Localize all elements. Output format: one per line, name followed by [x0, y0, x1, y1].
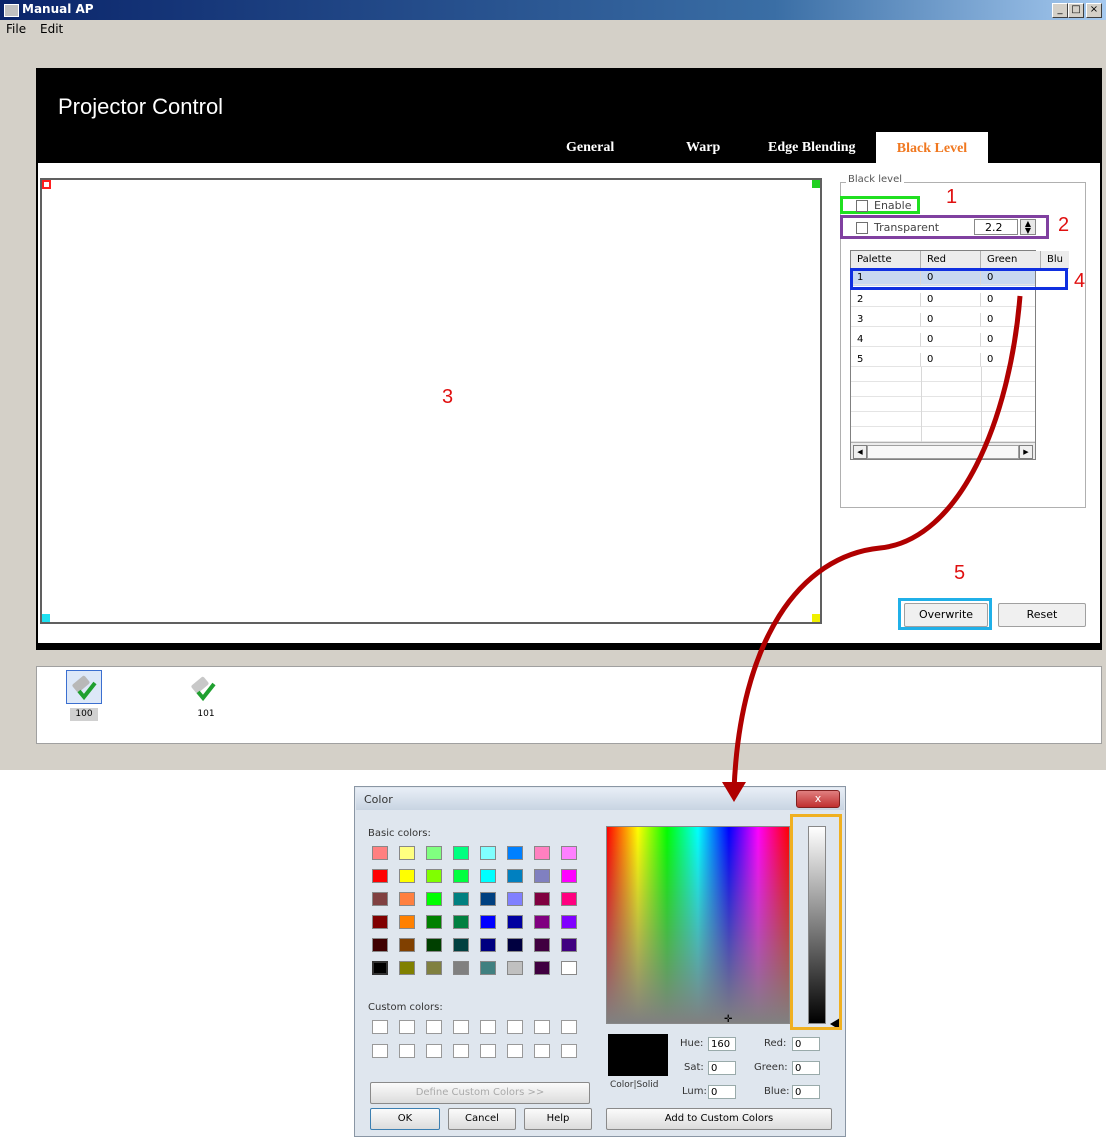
connector-arrow [722, 295, 1023, 802]
